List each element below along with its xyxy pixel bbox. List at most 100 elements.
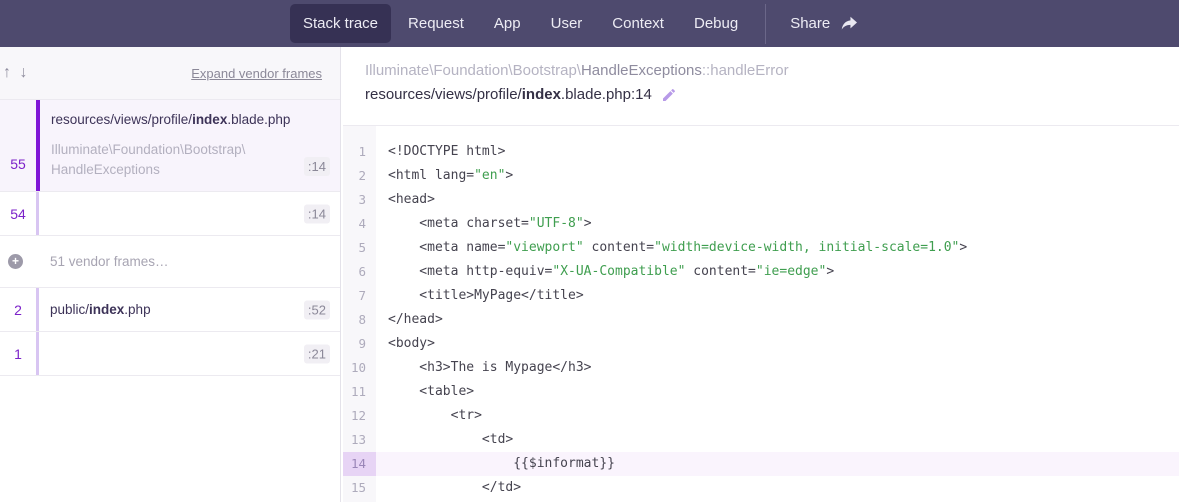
code-text: <title>MyPage</title> (376, 284, 584, 308)
line-number: 10 (343, 356, 376, 380)
frame-content: resources/views/profile/index.blade.php I… (40, 100, 340, 191)
line-number: 9 (343, 332, 376, 356)
file-path-text: resources/views/profile/index.blade.php:… (365, 86, 652, 103)
frame-number: 55 (0, 100, 36, 191)
code-line: 11 <table> (343, 380, 1179, 404)
frame-file-name: public/index.php (50, 302, 296, 317)
frame-class-name: Illuminate\Foundation\Bootstrap\ (51, 140, 296, 160)
code-text: <h3>The is Mypage</h3> (376, 356, 592, 380)
line-number: 14 (343, 452, 376, 476)
code-line: 2<html lang="en"> (343, 164, 1179, 188)
nav-tabs: Stack traceRequestAppUserContextDebug (288, 0, 753, 47)
sidebar-header: ↑ ↓ Expand vendor frames (0, 47, 340, 100)
code-line: 5 <meta name="viewport" content="width=d… (343, 236, 1179, 260)
line-number: 7 (343, 284, 376, 308)
expand-vendor-frames-link[interactable]: Expand vendor frames (191, 66, 322, 81)
code-line: 15 </td> (343, 476, 1179, 500)
code-text: <body> (376, 332, 435, 356)
tab-app[interactable]: App (481, 4, 534, 43)
frame-number: 54 (0, 192, 36, 235)
tab-context[interactable]: Context (599, 4, 677, 43)
code-line: 1<!DOCTYPE html> (343, 140, 1179, 164)
line-number: 15 (343, 476, 376, 500)
exception-handler-path: Illuminate\Foundation\Bootstrap\HandleEx… (365, 62, 1155, 79)
stack-frame-2[interactable]: 2 public/index.php :52 (0, 288, 340, 332)
frame-class-name: HandleExceptions (51, 160, 296, 180)
expand-plus-icon: + (8, 254, 23, 269)
frame-number: 2 (0, 288, 36, 331)
code-lines: 1<!DOCTYPE html>2<html lang="en">3<head>… (343, 126, 1179, 500)
edit-in-editor-icon[interactable] (661, 87, 677, 103)
line-number-badge: :52 (304, 300, 330, 319)
code-text: <tr> (376, 404, 482, 428)
frame-detail-panel: Illuminate\Foundation\Bootstrap\HandleEx… (341, 47, 1179, 502)
line-number-badge: :14 (304, 204, 330, 223)
tab-debug[interactable]: Debug (681, 4, 751, 43)
code-text: <meta name="viewport" content="width=dev… (376, 236, 967, 260)
tab-request[interactable]: Request (395, 4, 477, 43)
previous-frame-button[interactable]: ↑ (1, 64, 13, 82)
stack-frame-55[interactable]: 55resources/views/profile/index.blade.ph… (0, 100, 340, 192)
code-viewer: 1<!DOCTYPE html>2<html lang="en">3<head>… (343, 125, 1179, 502)
top-navigation: Stack traceRequestAppUserContextDebug Sh… (0, 0, 1179, 47)
share-label: Share (790, 15, 830, 32)
next-frame-button[interactable]: ↓ (17, 64, 29, 82)
line-number-badge: :21 (304, 344, 330, 363)
frame-content: public/index.php (39, 288, 340, 331)
frame-file-name: resources/views/profile/index.blade.php (51, 112, 296, 127)
share-button[interactable]: Share (778, 4, 870, 43)
line-number: 4 (343, 212, 376, 236)
stack-trace-sidebar: ↑ ↓ Expand vendor frames 55resources/vie… (0, 47, 341, 502)
line-number: 2 (343, 164, 376, 188)
stack-frame-1[interactable]: 1 :21 (0, 332, 340, 376)
code-text: <td> (376, 428, 513, 452)
line-number: 3 (343, 188, 376, 212)
vendor-frames-label: 51 vendor frames… (50, 254, 169, 269)
code-text: <html lang="en"> (376, 164, 513, 188)
stack-frame-54[interactable]: 54 :14 (0, 192, 340, 236)
code-text: <meta http-equiv="X-UA-Compatible" conte… (376, 260, 834, 284)
exception-class: HandleExceptions (581, 62, 702, 79)
tab-stack-trace[interactable]: Stack trace (290, 4, 391, 43)
code-text: <head> (376, 188, 435, 212)
share-icon (840, 16, 858, 32)
frame-content (39, 192, 340, 235)
code-line: 9<body> (343, 332, 1179, 356)
ignition-error-page: Stack traceRequestAppUserContextDebug Sh… (0, 0, 1179, 502)
code-text: </head> (376, 308, 443, 332)
stack-frames-list: 55resources/views/profile/index.blade.ph… (0, 100, 340, 376)
code-text: </td> (376, 476, 521, 500)
code-text: <table> (376, 380, 474, 404)
line-number: 11 (343, 380, 376, 404)
code-line: 8</head> (343, 308, 1179, 332)
code-text: <meta charset="UTF-8"> (376, 212, 592, 236)
frame-nav-arrows: ↑ ↓ (1, 64, 29, 82)
line-number-badge: :14 (304, 157, 330, 176)
content-area: ↑ ↓ Expand vendor frames 55resources/vie… (0, 47, 1179, 502)
code-line: 6 <meta http-equiv="X-UA-Compatible" con… (343, 260, 1179, 284)
nav-divider (765, 4, 766, 44)
exception-namespace: Illuminate\Foundation\Bootstrap\ (365, 62, 581, 79)
frame-content (39, 332, 340, 375)
collapsed-vendor-frames-row[interactable]: +51 vendor frames… (0, 236, 340, 288)
exception-method: ::handleError (702, 62, 789, 79)
code-line-highlighted: 14 {{$informat}} (343, 452, 1179, 476)
code-line: 7 <title>MyPage</title> (343, 284, 1179, 308)
code-line: 12 <tr> (343, 404, 1179, 428)
code-text: <!DOCTYPE html> (376, 140, 505, 164)
line-number: 8 (343, 308, 376, 332)
code-line: 13 <td> (343, 428, 1179, 452)
current-file-path: resources/views/profile/index.blade.php:… (365, 86, 1155, 103)
frame-number: 1 (0, 332, 36, 375)
line-number: 13 (343, 428, 376, 452)
frame-detail-header: Illuminate\Foundation\Bootstrap\HandleEx… (341, 47, 1179, 125)
line-number: 6 (343, 260, 376, 284)
line-number: 12 (343, 404, 376, 428)
code-text: {{$informat}} (376, 452, 615, 476)
tab-user[interactable]: User (538, 4, 596, 43)
code-line: 3<head> (343, 188, 1179, 212)
line-number: 5 (343, 236, 376, 260)
code-line: 4 <meta charset="UTF-8"> (343, 212, 1179, 236)
code-line: 10 <h3>The is Mypage</h3> (343, 356, 1179, 380)
line-number: 1 (343, 140, 376, 164)
